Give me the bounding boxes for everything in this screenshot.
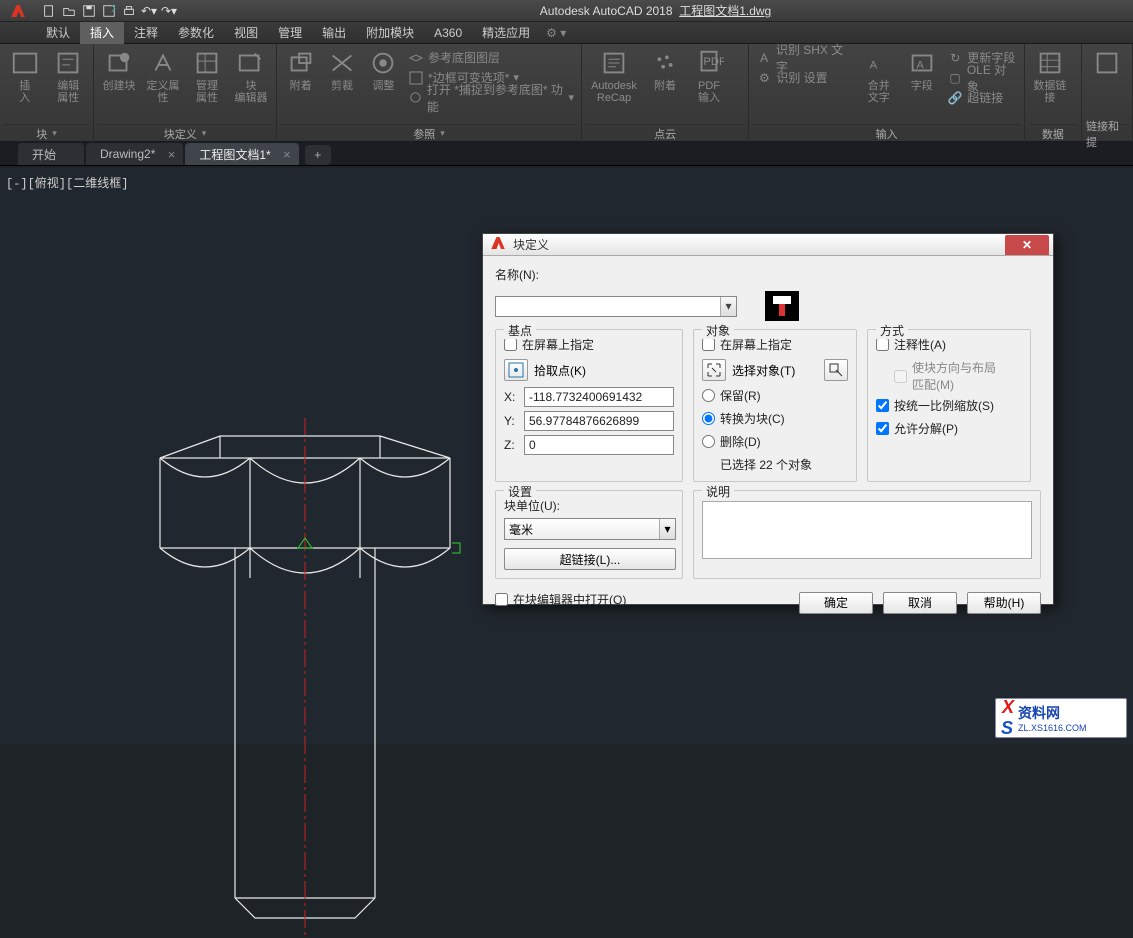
delete-radio[interactable]: 删除(D)	[702, 433, 848, 450]
underlay-layers[interactable]: 参考底图图层	[405, 48, 577, 67]
tab-engineering-doc[interactable]: 工程图文档1*×	[185, 143, 298, 165]
name-label: 名称(N):	[495, 266, 543, 283]
mode-group: 方式 注释性(A) 使块方向与布局 匹配(M) 按统一比例缩放(S) 允许分解(…	[867, 329, 1031, 482]
save-icon[interactable]	[80, 2, 98, 20]
menu-settings-icon[interactable]: ⚙ ▾	[546, 26, 566, 40]
ribbon: 插 入 编辑 属性 块 创建块 定义属性 管理 属性 块 编辑器 块定义 附着 …	[0, 44, 1133, 142]
bolt-drawing	[150, 418, 470, 938]
dialog-close-button[interactable]: ✕	[1005, 235, 1049, 255]
menu-bar: 默认 插入 注释 参数化 视图 管理 输出 附加模块 A360 精选应用 ⚙ ▾	[0, 22, 1133, 44]
uniform-scale-checkbox[interactable]: 按统一比例缩放(S)	[876, 397, 1022, 414]
add-tab-button[interactable]: +	[305, 145, 331, 165]
hyperlink-button[interactable]: 超链接(L)...	[504, 548, 676, 570]
z-input[interactable]	[524, 435, 674, 455]
saveas-icon[interactable]	[100, 2, 118, 20]
panel-data-title: 数据	[1029, 124, 1077, 142]
selected-count: 已选择 22 个对象	[720, 456, 848, 473]
close-icon[interactable]: ×	[283, 147, 291, 162]
adjust-button[interactable]: 调整	[364, 46, 403, 92]
clip-button[interactable]: 剪裁	[322, 46, 361, 92]
panel-block-title[interactable]: 块	[4, 124, 89, 142]
menu-featured[interactable]: 精选应用	[472, 22, 540, 44]
unit-combobox[interactable]: 毫米▾	[504, 518, 676, 540]
allow-explode-checkbox[interactable]: 允许分解(P)	[876, 420, 1022, 437]
recap-button[interactable]: Autodesk ReCap	[586, 46, 642, 104]
svg-text:A: A	[916, 60, 924, 72]
pick-point-button[interactable]	[504, 359, 528, 381]
panel-blockdef-title[interactable]: 块定义	[98, 124, 272, 142]
hyperlink-rbn[interactable]: 🔗超链接	[944, 88, 1020, 107]
menu-view[interactable]: 视图	[224, 22, 268, 44]
insert-block-button[interactable]: 插 入	[4, 46, 46, 104]
tab-start[interactable]: 开始	[18, 143, 84, 165]
panel-cloud-title: 点云	[586, 124, 744, 142]
cloud-attach-button[interactable]: 附着	[644, 46, 686, 92]
merge-text-button[interactable]: A合并 文字	[858, 46, 899, 104]
chevron-down-icon[interactable]: ▾	[659, 519, 675, 539]
name-combobox[interactable]: ▾	[495, 296, 737, 317]
basepoint-group: 基点 在屏幕上指定 拾取点(K) X: Y: Z:	[495, 329, 683, 482]
quick-select-button[interactable]	[824, 359, 848, 381]
menu-parametric[interactable]: 参数化	[168, 22, 224, 44]
convert-radio[interactable]: 转换为块(C)	[702, 410, 848, 427]
data-link-button[interactable]: 数据链接	[1029, 46, 1071, 104]
recognize-settings[interactable]: ⚙识别 设置	[753, 68, 856, 87]
tab-drawing2[interactable]: Drawing2*×	[86, 143, 183, 165]
menu-a360[interactable]: A360	[424, 22, 472, 44]
settings-group: 设置 块单位(U): 毫米▾ 超链接(L)...	[495, 490, 683, 579]
match-orient-checkbox: 使块方向与布局 匹配(M)	[894, 359, 1022, 393]
select-objects-button[interactable]	[702, 359, 726, 381]
pdf-import-button[interactable]: PDFPDF 输入	[688, 46, 730, 104]
menu-default[interactable]: 默认	[36, 22, 80, 44]
menu-addin[interactable]: 附加模块	[356, 22, 424, 44]
block-definition-dialog: 块定义 ✕ 名称(N): ▾ 基点 在屏幕上指定 拾取点(K)	[482, 233, 1054, 605]
x-input[interactable]	[524, 387, 674, 407]
redo-icon[interactable]: ↷▾	[160, 2, 178, 20]
new-icon[interactable]	[40, 2, 58, 20]
recognize-shx[interactable]: A识别 SHX 文字	[753, 48, 856, 67]
snap-underlay[interactable]: 打开 *捕捉到参考底图* 功能▾	[405, 88, 577, 107]
panel-ref-title[interactable]: 参照	[281, 124, 577, 142]
ok-button[interactable]: 确定	[799, 592, 873, 614]
edit-attr-button[interactable]: 编辑 属性	[48, 46, 90, 104]
y-input[interactable]	[524, 411, 674, 431]
description-group: 说明	[693, 490, 1041, 579]
app-logo-icon[interactable]	[0, 0, 36, 22]
open-icon[interactable]	[60, 2, 78, 20]
doc-tabs: 开始 Drawing2*× 工程图文档1*× +	[0, 142, 1133, 166]
menu-insert[interactable]: 插入	[80, 22, 124, 44]
block-preview-icon	[765, 291, 799, 321]
undo-icon[interactable]: ↶▾	[140, 2, 158, 20]
link-extract-button[interactable]	[1086, 46, 1128, 78]
menu-output[interactable]: 输出	[312, 22, 356, 44]
block-editor-button[interactable]: 块 编辑器	[230, 46, 272, 104]
close-icon[interactable]: ×	[168, 147, 176, 162]
title-text: Autodesk AutoCAD 2018 工程图文档1.dwg	[178, 2, 1133, 19]
watermark: XS 资料网 ZL.XS1616.COM	[995, 698, 1127, 738]
retain-radio[interactable]: 保留(R)	[702, 387, 848, 404]
object-group: 对象 在屏幕上指定 选择对象(T) 保留(R) 转换为块(C) 删除(D) 已选…	[693, 329, 857, 482]
svg-text:PDF: PDF	[703, 56, 724, 68]
attach-ref-button[interactable]: 附着	[281, 46, 320, 92]
chevron-down-icon[interactable]: ▾	[720, 297, 736, 316]
cancel-button[interactable]: 取消	[883, 592, 957, 614]
menu-manage[interactable]: 管理	[268, 22, 312, 44]
open-in-editor-checkbox[interactable]: 在块编辑器中打开(O)	[495, 591, 626, 608]
define-attr-button[interactable]: 定义属性	[142, 46, 184, 104]
panel-link-title: 链接和提	[1086, 124, 1128, 142]
print-icon[interactable]	[120, 2, 138, 20]
viewport-label[interactable]: [-][俯视][二维线框]	[6, 174, 128, 191]
ole-object[interactable]: ▢OLE 对象	[944, 68, 1020, 87]
dialog-title-bar[interactable]: 块定义 ✕	[483, 234, 1053, 256]
title-bar: ↶▾ ↷▾ Autodesk AutoCAD 2018 工程图文档1.dwg	[0, 0, 1133, 22]
description-textarea[interactable]	[702, 501, 1032, 559]
autocad-icon	[489, 234, 507, 255]
create-block-button[interactable]: 创建块	[98, 46, 140, 92]
menu-annotate[interactable]: 注释	[124, 22, 168, 44]
svg-text:A: A	[869, 60, 877, 72]
help-button[interactable]: 帮助(H)	[967, 592, 1041, 614]
field-button[interactable]: A字段	[901, 46, 942, 92]
manage-attr-button[interactable]: 管理 属性	[186, 46, 228, 104]
panel-input-title: 输入	[753, 124, 1020, 142]
